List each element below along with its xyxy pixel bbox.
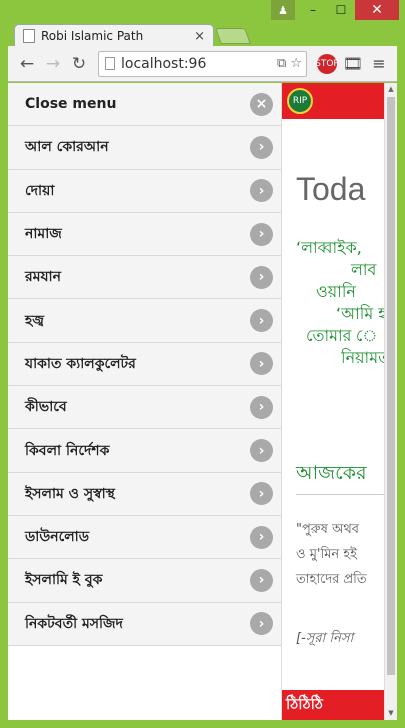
menu-item-label: কিবলা নির্দেশক [25,442,110,459]
chevron-right-icon: › [250,439,273,463]
chevron-right-icon: › [250,265,273,289]
menu-item-label: রমযান [25,269,61,286]
chevron-right-icon: › [250,135,273,159]
menu-item-ramadan[interactable]: রমযান › [8,256,281,300]
dua-line: তোমার ে [306,326,378,345]
dua-line: ওয়ানি [316,282,356,301]
menu-item-label: ডাউনলোড [25,529,90,546]
app-logo[interactable]: RIP [287,88,313,114]
dua-line: লাব [351,260,377,279]
minimize-button[interactable]: – [299,0,327,20]
page-icon [105,57,115,70]
quote-line: তাহাদের প্রতি [296,572,367,587]
scroll-down-icon[interactable]: ▼ [385,707,397,720]
vertical-scrollbar[interactable]: ▲ ▼ [384,83,397,720]
menu-item-quran[interactable]: আল কোরআন › [8,126,281,170]
stop-extension-icon[interactable]: STOP [315,52,339,76]
chevron-right-icon: › [250,568,273,592]
menu-item-download[interactable]: ডাউনলোড › [8,515,281,560]
close-window-button[interactable]: ✕ [355,0,399,20]
close-menu-row[interactable]: Close menu × [8,83,281,127]
address-bar[interactable]: localhost:96 ⧉ ☆ [98,50,307,77]
menu-item-namaz[interactable]: নামাজ › [8,212,281,257]
page-action-icon[interactable]: ⧉ [277,56,286,71]
chevron-right-icon: › [250,222,273,246]
dua-line: ‘লাব্বাইক, [296,238,362,257]
footer-bar: ঠিঠিঠি [282,690,397,720]
dua-text: ‘লাব্বাইক, লাব ওয়ানি ‘আমি হ তোমার ে নিয… [296,237,397,369]
menu-item-qibla[interactable]: কিবলা নির্দেশক › [8,429,281,473]
menu-item-ebook[interactable]: ইসলামি ই বুক › [8,559,281,603]
menu-item-islam-health[interactable]: ইসলাম ও সুস্বাস্থ › [8,472,281,516]
chevron-right-icon: › [250,352,273,376]
tab-close-icon[interactable]: × [194,29,205,44]
footer-text: ঠিঠিঠি [286,695,323,713]
menu-item-label: যাকাত ক্যালকুলেটর [25,355,136,372]
tab-strip: Robi Islamic Path × [8,22,397,47]
scrollbar-thumb[interactable] [387,97,395,675]
menu-item-label: আল কোরআন [25,139,109,156]
main-content: RIP Toda ‘লাব্বাইক, লাব ওয়ানি ‘আমি হ তো… [282,83,397,720]
window-controls: ♟ – ☐ ✕ [271,0,399,22]
side-menu: Close menu × আল কোরআন › দোয়া › নামাজ › … [8,83,282,720]
user-icon[interactable]: ♟ [271,0,295,20]
forward-button[interactable]: → [40,51,66,77]
maximize-button[interactable]: ☐ [327,0,355,20]
quote-text: "পুরুষ অথব ও মু'মিন হই তাহাদের প্রতি [296,517,367,592]
page-viewport: Close menu × আল কোরআন › দোয়া › নামাজ › … [8,83,397,720]
scroll-up-icon[interactable]: ▲ [385,83,397,96]
quote-line: ও মু'মিন হই [296,547,357,562]
browser-menu-icon[interactable]: ≡ [367,52,391,76]
dua-line: ‘আমি হ [336,304,387,323]
dua-line: নিয়ামত [341,348,391,367]
menu-item-label: কীভাবে [25,399,67,416]
close-menu-label: Close menu [25,96,117,113]
menu-item-label: নিকটবর্তী মসজিদ [25,615,123,632]
menu-item-label: নামাজ [25,226,62,243]
back-button[interactable]: ← [14,51,40,77]
reload-button[interactable]: ↻ [66,51,92,77]
page-favicon-icon [23,29,35,43]
new-tab-button[interactable] [215,28,251,44]
menu-item-label: দোয়া [25,182,55,199]
film-extension-icon[interactable]: 🎞 [341,52,365,76]
chevron-right-icon: › [250,395,273,419]
menu-item-how-to[interactable]: কীভাবে › [8,386,281,430]
divider [296,494,386,495]
menu-item-label: ইসলামি ই বুক [25,572,103,589]
chevron-right-icon: › [250,612,273,636]
quote-reference: [-সূরা নিসা [296,631,354,646]
url-text[interactable]: localhost:96 [121,56,273,72]
quote-line: "পুরুষ অথব [296,522,359,537]
menu-item-label: ইসলাম ও সুস্বাস্থ [25,485,115,502]
menu-item-label: হজ্ব [25,312,44,329]
menu-item-dua[interactable]: দোয়া › [8,169,281,213]
chevron-right-icon: › [250,179,273,203]
section-heading: আজকের [296,462,367,484]
chevron-right-icon: › [250,309,273,333]
chevron-right-icon: › [250,525,273,549]
menu-item-hajj[interactable]: হজ্ব › [8,299,281,343]
chevron-right-icon: › [250,482,273,506]
bookmark-star-icon[interactable]: ☆ [290,56,302,71]
menu-item-zakat-calculator[interactable]: যাকাত ক্যালকুলেটর › [8,342,281,387]
browser-toolbar: ← → ↻ localhost:96 ⧉ ☆ STOP 🎞 ≡ [8,46,397,82]
menu-item-nearby-mosque[interactable]: নিকটবর্তী মসজিদ › [8,602,281,646]
tab-title: Robi Islamic Path [41,29,144,43]
browser-tab[interactable]: Robi Islamic Path × [14,24,214,47]
close-icon[interactable]: × [250,92,273,116]
today-heading: Toda [296,171,366,207]
